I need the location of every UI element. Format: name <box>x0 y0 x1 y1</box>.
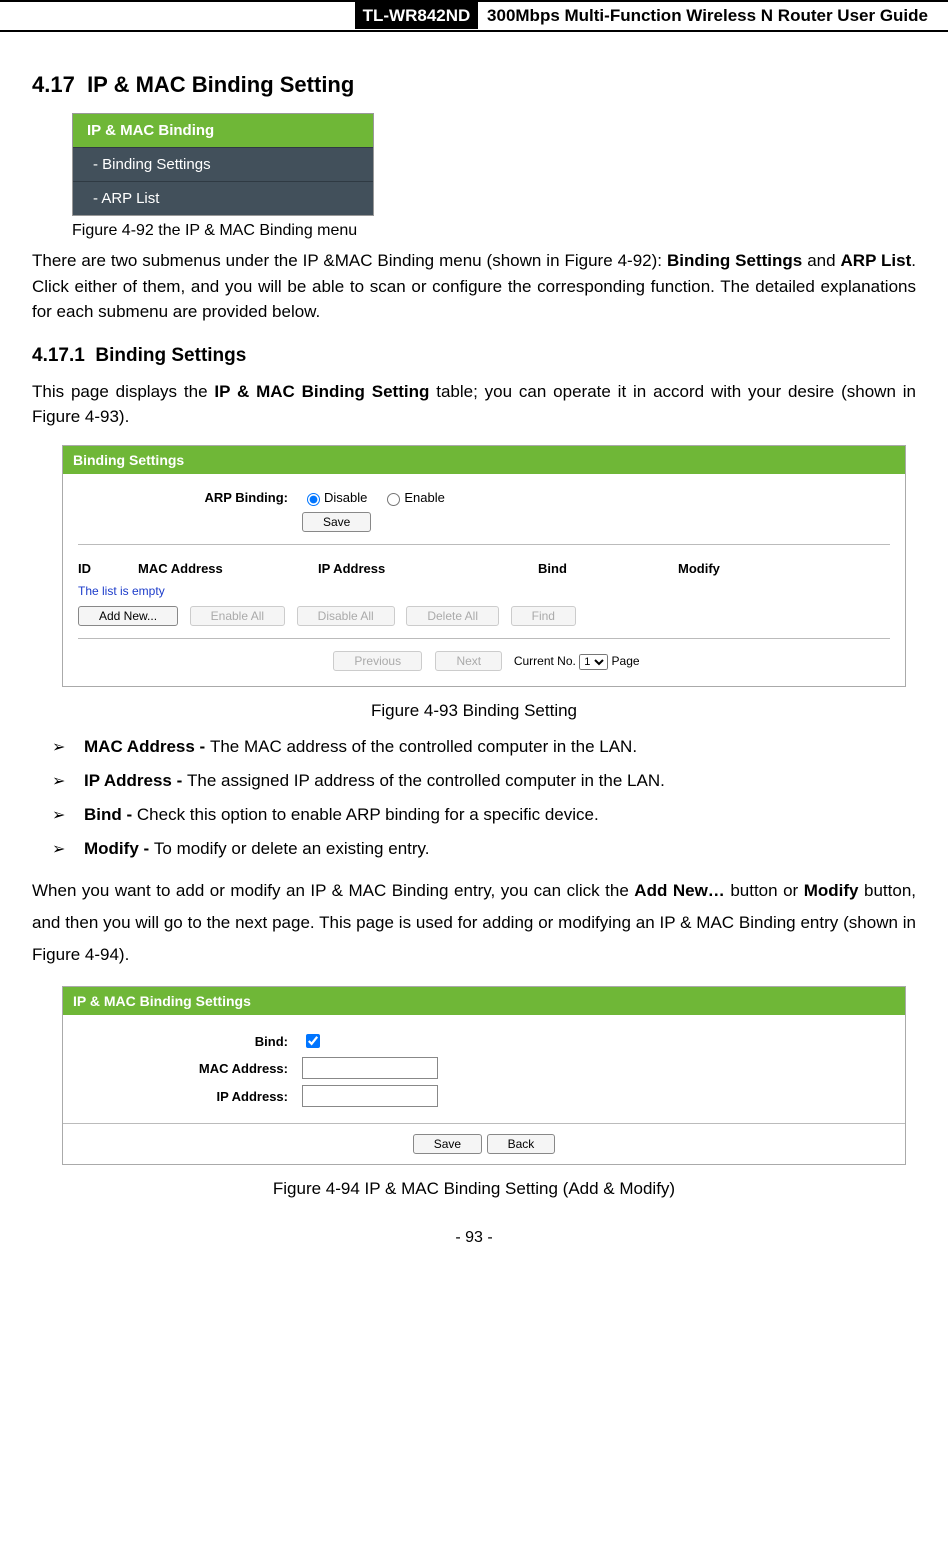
back-button[interactable]: Back <box>487 1134 556 1154</box>
radio-enable[interactable]: Enable <box>382 490 444 506</box>
subsection-paragraph: This page displays the IP & MAC Binding … <box>32 379 916 430</box>
button-row: Add New... Enable All Disable All Delete… <box>78 606 890 626</box>
page-select[interactable]: 1 <box>579 654 608 670</box>
ip-address-input[interactable] <box>302 1085 438 1107</box>
current-no-label: Current No. <box>514 654 576 668</box>
th-ip: IP Address <box>318 561 538 576</box>
pager: Previous Next Current No. 1 Page <box>78 651 890 671</box>
paragraph-add-modify: When you want to add or modify an IP & M… <box>32 875 916 972</box>
disable-all-button[interactable]: Disable All <box>297 606 395 626</box>
ip-address-label: IP Address: <box>78 1089 302 1104</box>
subsection-heading: 4.17.1 Binding Settings <box>32 345 916 367</box>
find-button[interactable]: Find <box>511 606 576 626</box>
th-bind: Bind <box>538 561 678 576</box>
figure-caption-93: Figure 4-93 Binding Setting <box>32 701 916 721</box>
th-id: ID <box>78 561 138 576</box>
bullet-mac: MAC Address - The MAC address of the con… <box>62 737 916 757</box>
ip-mac-binding-settings-panel: IP & MAC Binding Settings Bind: MAC Addr… <box>62 986 906 1165</box>
figure-caption-92: Figure 4-92 the IP & MAC Binding menu <box>72 222 916 240</box>
th-mac: MAC Address <box>138 561 318 576</box>
bullet-bind: Bind - Check this option to enable ARP b… <box>62 805 916 825</box>
arp-binding-label: ARP Binding: <box>78 490 302 505</box>
th-modify: Modify <box>678 561 778 576</box>
menu-item-binding-settings: - Binding Settings <box>73 147 373 181</box>
mac-address-input[interactable] <box>302 1057 438 1079</box>
bullet-list: MAC Address - The MAC address of the con… <box>32 737 916 859</box>
header-title: 300Mbps Multi-Function Wireless N Router… <box>487 6 928 25</box>
page-number: - 93 - <box>32 1229 916 1247</box>
menu-item-arp-list: - ARP List <box>73 181 373 215</box>
bullet-modify: Modify - To modify or delete an existing… <box>62 839 916 859</box>
save-button-2[interactable]: Save <box>413 1134 482 1154</box>
page-header: TL-WR842ND 300Mbps Multi-Function Wirele… <box>0 0 948 32</box>
save-button[interactable]: Save <box>302 512 371 532</box>
panel-title: Binding Settings <box>63 446 905 474</box>
menu-figure-header: IP & MAC Binding <box>73 114 373 147</box>
intro-paragraph: There are two submenus under the IP &MAC… <box>32 248 916 325</box>
bullet-ip: IP Address - The assigned IP address of … <box>62 771 916 791</box>
figure-caption-94: Figure 4-94 IP & MAC Binding Setting (Ad… <box>32 1179 916 1199</box>
menu-figure: IP & MAC Binding - Binding Settings - AR… <box>72 113 374 216</box>
empty-list-text: The list is empty <box>78 584 890 598</box>
bind-label: Bind: <box>78 1034 302 1049</box>
radio-enable-input[interactable] <box>387 493 400 506</box>
mac-address-label: MAC Address: <box>78 1061 302 1076</box>
radio-disable-input[interactable] <box>307 493 320 506</box>
page-content: 4.17 IP & MAC Binding Setting IP & MAC B… <box>0 32 948 1282</box>
enable-all-button[interactable]: Enable All <box>190 606 285 626</box>
table-header: ID MAC Address IP Address Bind Modify <box>78 557 890 580</box>
delete-all-button[interactable]: Delete All <box>406 606 499 626</box>
section-heading: 4.17 IP & MAC Binding Setting <box>32 72 916 98</box>
model-badge: TL-WR842ND <box>355 2 479 29</box>
panel2-footer: Save Back <box>63 1123 905 1164</box>
panel2-title: IP & MAC Binding Settings <box>63 987 905 1015</box>
previous-button[interactable]: Previous <box>333 651 422 671</box>
bind-checkbox[interactable] <box>306 1034 320 1048</box>
page-label: Page <box>612 654 640 668</box>
binding-settings-panel: Binding Settings ARP Binding: Disable En… <box>62 445 906 687</box>
next-button[interactable]: Next <box>435 651 502 671</box>
radio-disable[interactable]: Disable <box>302 490 367 506</box>
add-new-button[interactable]: Add New... <box>78 606 178 626</box>
